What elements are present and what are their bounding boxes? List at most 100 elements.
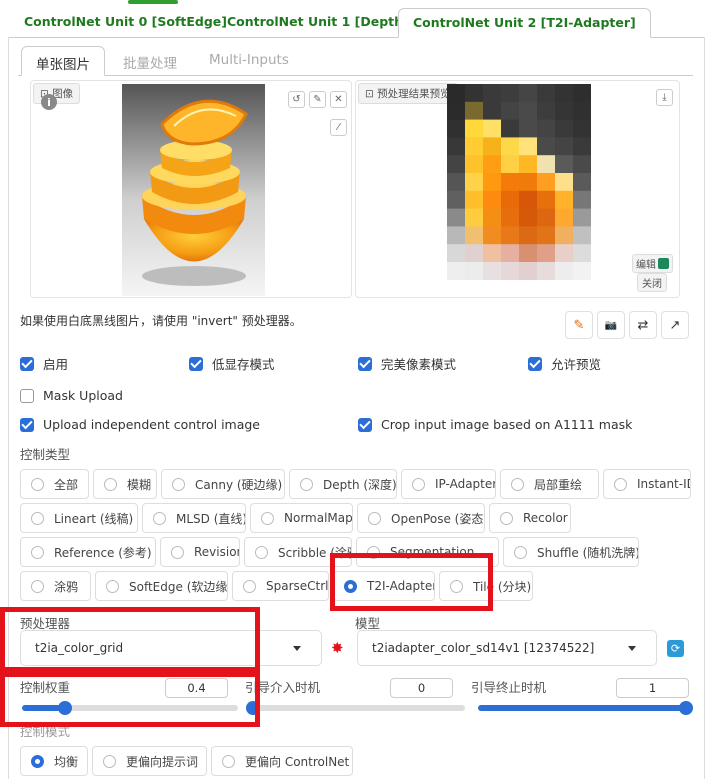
- grid-cell: [501, 84, 520, 103]
- control-mode-option[interactable]: 更偏向提示词: [92, 746, 207, 776]
- control-type-option-label: Instant-ID: [637, 477, 691, 491]
- control-type-option[interactable]: 涂鸦: [20, 571, 91, 601]
- allow-preview-checkbox[interactable]: 允许预览: [528, 354, 601, 373]
- end-step-input[interactable]: 1: [616, 678, 689, 698]
- enable-checkbox[interactable]: 启用: [20, 354, 68, 373]
- control-type-option-label: 模糊: [127, 477, 152, 492]
- info-icon[interactable]: i: [41, 94, 57, 110]
- control-type-option[interactable]: Depth (深度): [289, 469, 397, 499]
- tab-controlnet-unit-2[interactable]: ControlNet Unit 2 [T2I-Adapter]: [398, 8, 651, 38]
- grid-cell: [483, 119, 502, 138]
- control-type-option[interactable]: SoftEdge (软边缘): [95, 571, 228, 601]
- control-type-option[interactable]: Shuffle (随机洗牌): [503, 537, 639, 567]
- grid-cell: [501, 155, 520, 174]
- control-type-option-label: MLSD (直线): [176, 511, 246, 526]
- grid-cell: [519, 84, 538, 103]
- control-type-option[interactable]: Revision: [160, 537, 240, 567]
- slider-track[interactable]: [253, 705, 465, 711]
- crop-input-checkbox[interactable]: Crop input image based on A1111 mask: [358, 417, 632, 432]
- grid-cell: [465, 137, 484, 156]
- pixel-perfect-checkbox[interactable]: 完美像素模式: [358, 354, 456, 373]
- control-type-option-label: Recolor: [523, 511, 568, 525]
- rotate-icon[interactable]: ↺: [288, 91, 305, 108]
- checkbox-checked: [528, 356, 542, 371]
- edit-button[interactable]: 编辑: [632, 254, 673, 273]
- control-type-option-label: Reference (参考): [54, 545, 152, 560]
- control-type-option[interactable]: 局部重绘: [500, 469, 599, 499]
- control-type-option[interactable]: Recolor: [489, 503, 571, 533]
- grid-cell: [483, 101, 502, 121]
- control-type-option[interactable]: MLSD (直线): [142, 503, 246, 533]
- grid-cell: [483, 190, 502, 210]
- radio-dot: [300, 477, 313, 491]
- checkbox-checked: [189, 356, 203, 371]
- upload-independent-checkbox[interactable]: Upload independent control image: [20, 417, 260, 432]
- upload-independent-label: Upload independent control image: [43, 417, 260, 432]
- control-type-option[interactable]: IP-Adapter: [401, 469, 496, 499]
- swap-icon[interactable]: ⇄: [629, 311, 657, 339]
- refresh-icon[interactable]: ⟳: [667, 640, 684, 657]
- grid-cell: [465, 190, 484, 210]
- grid-cell: [555, 190, 574, 210]
- control-type-option[interactable]: SparseCtrl: [232, 571, 329, 601]
- grid-cell: [573, 244, 591, 263]
- radio-dot: [412, 477, 425, 491]
- grid-cell: [465, 119, 484, 138]
- brush-icon[interactable]: ⁄: [330, 119, 347, 136]
- control-mode-option[interactable]: 均衡: [20, 746, 88, 776]
- grid-cell: [537, 155, 556, 174]
- control-type-option[interactable]: Canny (硬边缘): [161, 469, 285, 499]
- model-select[interactable]: t2iadapter_color_sd14v1 [12374522]: [357, 630, 657, 666]
- control-type-option[interactable]: OpenPose (姿态): [357, 503, 485, 533]
- grid-cell: [573, 119, 591, 138]
- grid-cell: [501, 119, 520, 138]
- control-type-option[interactable]: 全部: [20, 469, 89, 499]
- radio-dot: [514, 545, 527, 559]
- grid-cell: [519, 244, 538, 263]
- checkbox-unchecked: [20, 388, 34, 403]
- control-type-option[interactable]: Reference (参考): [20, 537, 156, 567]
- image-upload-area[interactable]: ⊡ 图像 i ↺ ✎ ✕ ⁄: [30, 80, 352, 298]
- start-step-input[interactable]: 0: [390, 678, 453, 698]
- send-dimensions-icon[interactable]: ↗: [661, 311, 689, 339]
- edit-image-icon[interactable]: ✎: [565, 311, 593, 339]
- mask-upload-checkbox[interactable]: Mask Upload: [20, 388, 123, 403]
- grid-cell: [555, 155, 574, 174]
- grid-cell: [519, 101, 538, 121]
- control-type-option[interactable]: 模糊: [93, 469, 157, 499]
- tab-batch[interactable]: 批量处理: [109, 46, 191, 76]
- grid-cell: [465, 84, 484, 103]
- low-vram-checkbox[interactable]: 低显存模式: [189, 354, 275, 373]
- download-icon[interactable]: ⤓: [656, 89, 673, 106]
- run-preprocessor-icon[interactable]: ✸: [331, 639, 344, 657]
- allow-preview-label: 允许预览: [551, 357, 602, 372]
- grid-cell: [555, 84, 574, 103]
- control-type-option-label: OpenPose (姿态): [391, 511, 485, 526]
- tab-single-image[interactable]: 单张图片: [21, 46, 105, 76]
- close-icon[interactable]: ✕: [330, 91, 347, 108]
- grid-cell: [519, 208, 538, 227]
- color-grid-preview: [447, 84, 591, 280]
- radio-dot: [255, 545, 268, 559]
- tab-multi-inputs[interactable]: Multi-Inputs: [195, 46, 303, 76]
- control-mode-option[interactable]: 更偏向 ControlNet: [211, 746, 353, 776]
- enable-label: 启用: [43, 357, 69, 372]
- grid-cell: [537, 244, 556, 263]
- model-value: t2iadapter_color_sd14v1 [12374522]: [372, 641, 595, 655]
- close-preview-button[interactable]: 关闭: [637, 273, 667, 292]
- control-type-option-label: NormalMap: [284, 511, 353, 525]
- highlight-box-t2i-adapter: [330, 553, 493, 611]
- control-type-option[interactable]: Lineart (线稿): [20, 503, 138, 533]
- control-type-option[interactable]: Instant-ID: [603, 469, 691, 499]
- tab-controlnet-unit-1[interactable]: ControlNet Unit 1 [Depth]: [213, 8, 423, 38]
- orange-image: [122, 84, 265, 296]
- control-type-option[interactable]: NormalMap: [250, 503, 353, 533]
- tab-controlnet-unit-0[interactable]: ControlNet Unit 0 [SoftEdge]: [10, 8, 241, 38]
- chevron-down-icon: [628, 646, 636, 651]
- edit-brush-icon[interactable]: ✎: [309, 91, 326, 108]
- grid-cell: [447, 119, 466, 138]
- slider-thumb[interactable]: [679, 701, 693, 715]
- active-indicator-bar: [128, 0, 178, 4]
- camera-icon[interactable]: 📷: [597, 311, 625, 339]
- control-type-option-label: Shuffle (随机洗牌): [537, 545, 639, 560]
